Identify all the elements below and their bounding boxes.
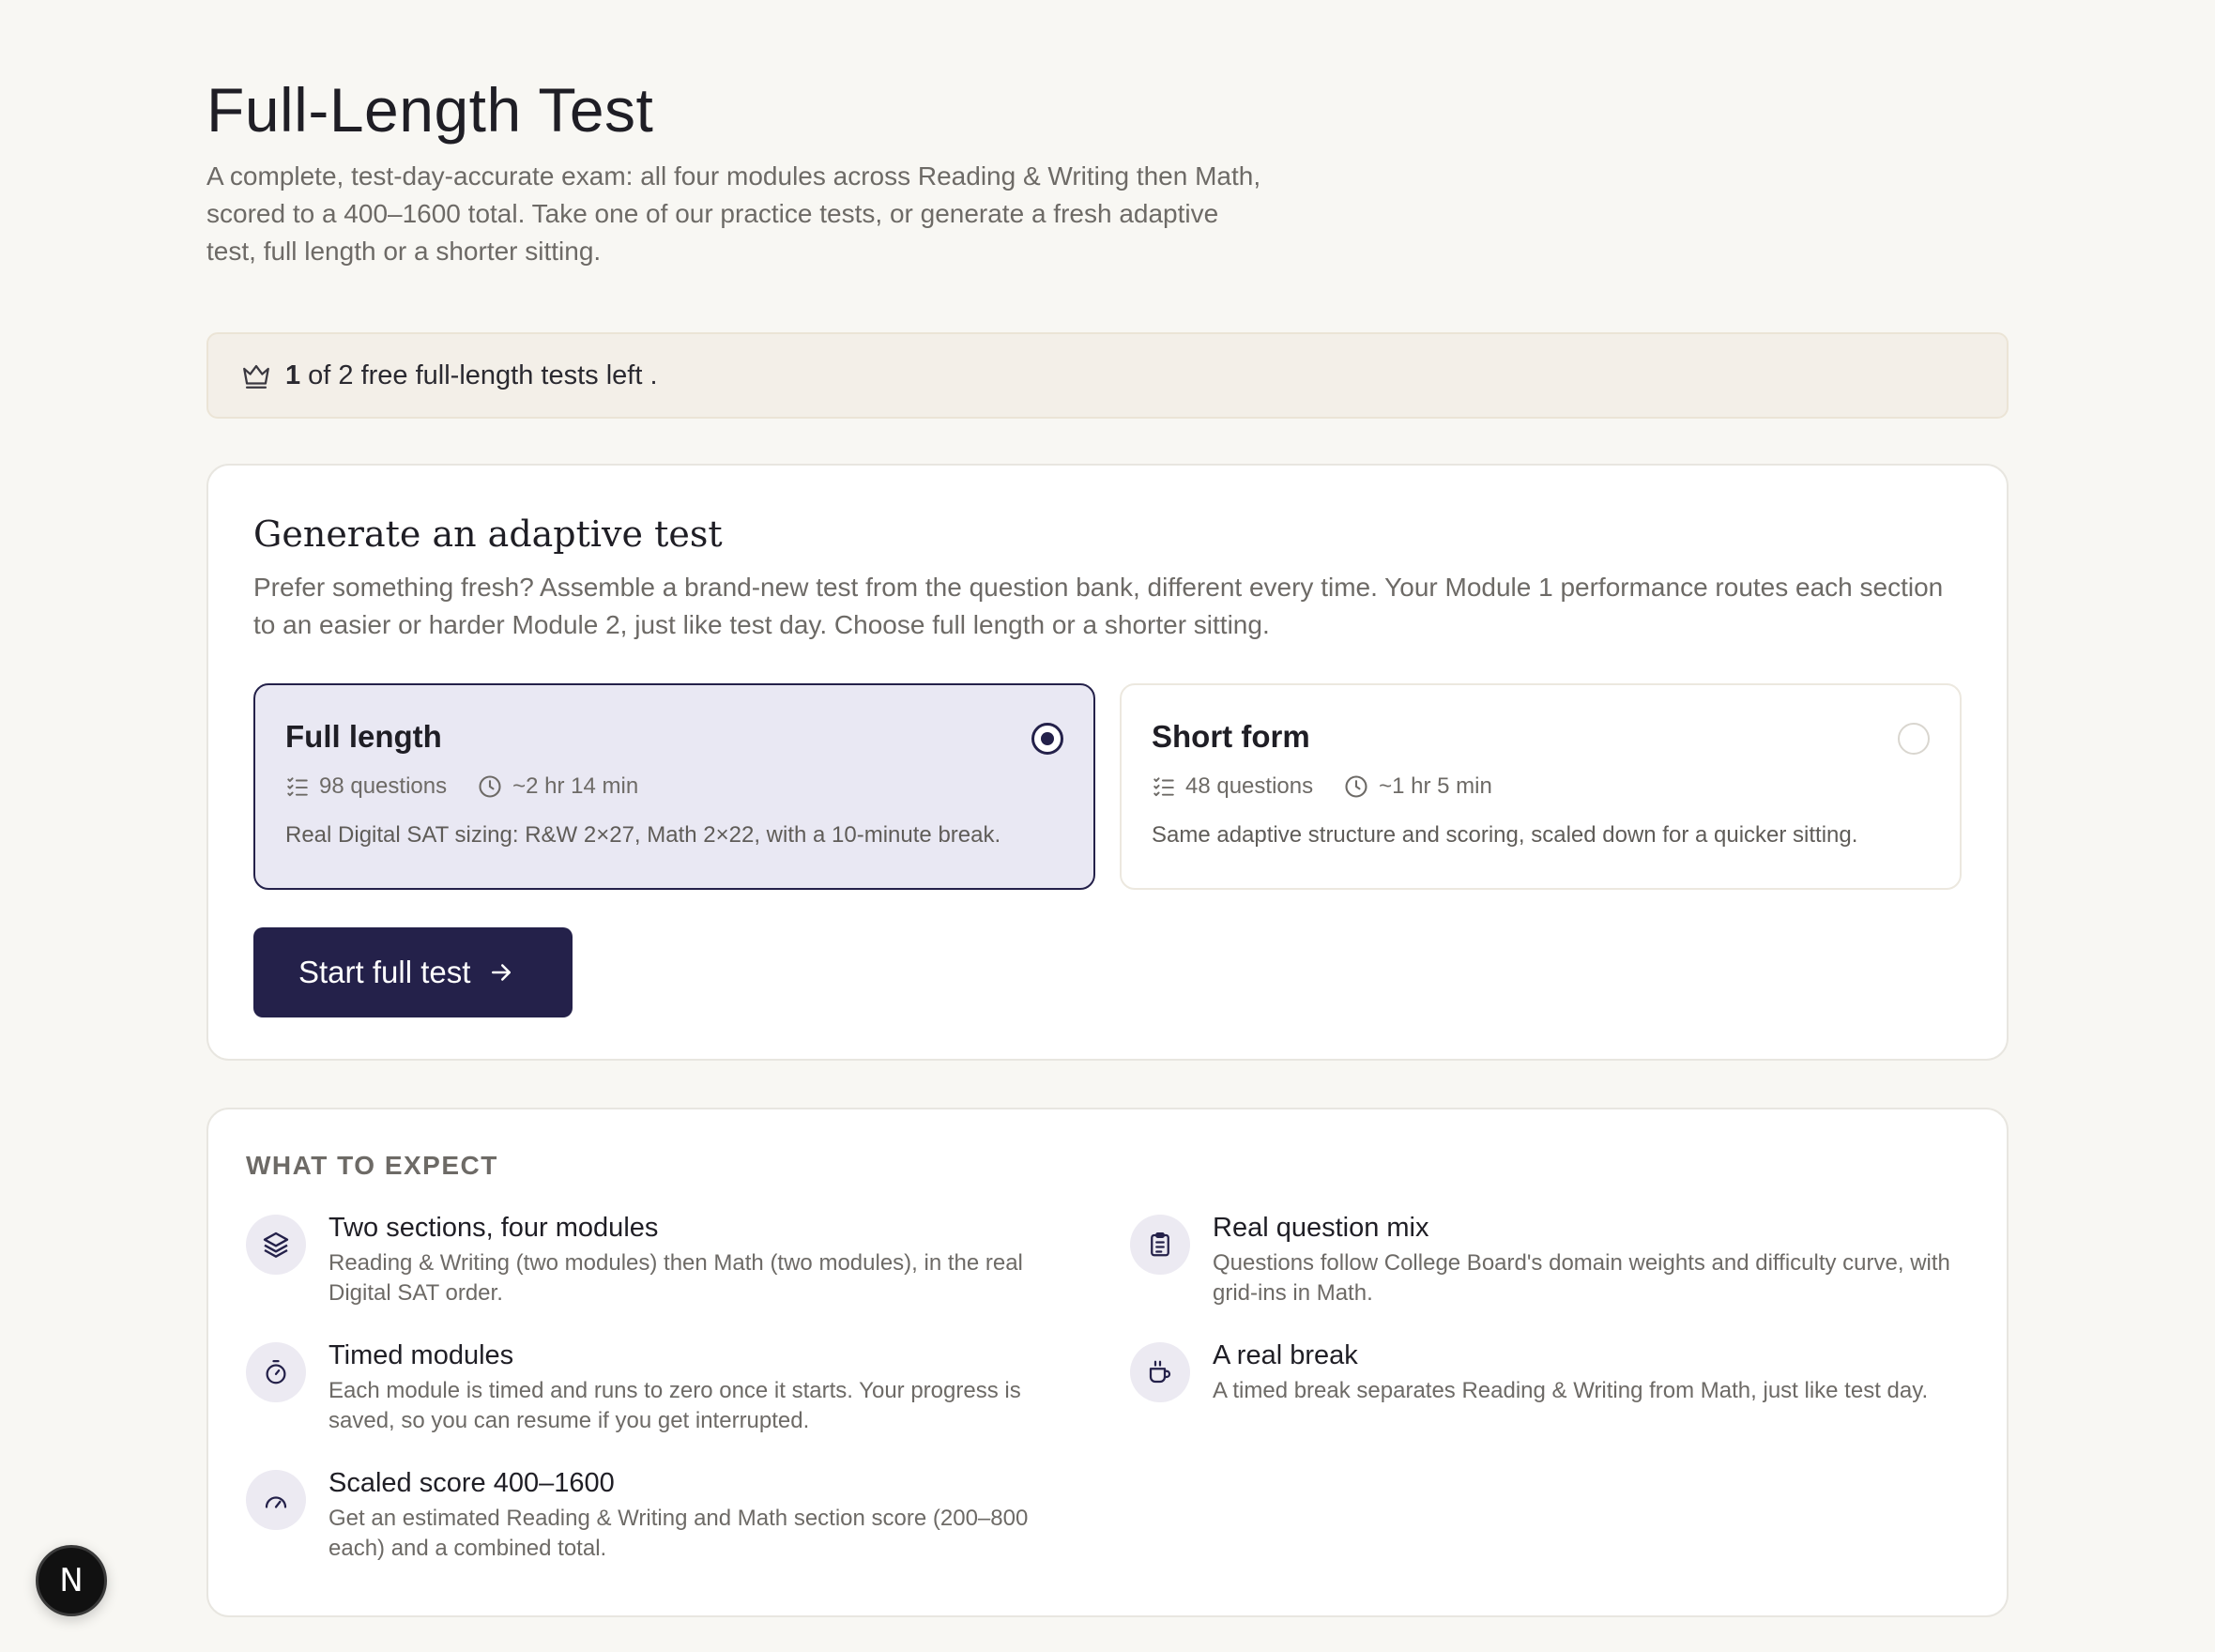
- clock-icon: [1345, 775, 1367, 798]
- expect-item-title: Timed modules: [328, 1340, 514, 1370]
- page: Full-Length Test A complete, test-day-ac…: [206, 73, 2009, 1617]
- expect-item-timed-modules: Timed modules Each module is timed and r…: [246, 1340, 1130, 1436]
- option-questions: 98 questions: [319, 773, 448, 799]
- checklist-icon: [1153, 777, 1174, 797]
- expect-item-title: Scaled score 400–1600: [328, 1468, 615, 1498]
- expect-item-title: A real break: [1213, 1340, 1358, 1370]
- option-title: Short form: [1152, 719, 1310, 754]
- option-full-length[interactable]: Full length 98 questions ~2 hr 14 min Re…: [253, 683, 1095, 890]
- crown-icon: [240, 359, 272, 391]
- expect-item-description: A timed break separates Reading & Writin…: [1213, 1378, 1929, 1403]
- option-title: Full length: [285, 719, 442, 754]
- page-description: A complete, test-day-accurate exam: all …: [206, 161, 1261, 266]
- clipboard-icon: [1130, 1215, 1190, 1275]
- start-button-label: Start full test: [298, 955, 471, 989]
- generate-description: Prefer something fresh? Assemble a brand…: [253, 573, 1944, 639]
- checklist-icon: [287, 777, 308, 797]
- what-to-expect-heading: WHAT TO EXPECT: [246, 1151, 498, 1180]
- layers-icon: [246, 1215, 306, 1275]
- option-description: Same adaptive structure and scoring, sca…: [1152, 822, 1858, 848]
- option-duration: ~2 hr 14 min: [512, 773, 639, 799]
- expect-item-description: Each module is timed and runs to zero on…: [328, 1378, 1021, 1433]
- radio-unselected-icon[interactable]: [1898, 723, 1930, 755]
- option-questions: 48 questions: [1185, 773, 1314, 799]
- option-duration: ~1 hr 5 min: [1379, 773, 1492, 799]
- option-meta: 48 questions ~1 hr 5 min: [1152, 770, 1930, 803]
- option-description: Real Digital SAT sizing: R&W 2×27, Math …: [285, 822, 1001, 848]
- free-tests-text: of 2 free full-length tests left .: [308, 359, 658, 390]
- generate-title: Generate an adaptive test: [253, 513, 723, 555]
- option-short-form[interactable]: Short form 48 questions ~1 hr 5 min Same…: [1120, 683, 1962, 890]
- what-to-expect-card: WHAT TO EXPECT Two sections, four module…: [206, 1108, 2009, 1617]
- stopwatch-icon: [246, 1342, 306, 1402]
- page-title: Full-Length Test: [206, 75, 654, 145]
- expect-item-description: Get an estimated Reading & Writing and M…: [328, 1506, 1029, 1561]
- free-tests-count: 1: [285, 359, 301, 390]
- generate-test-card: Generate an adaptive test Prefer somethi…: [206, 464, 2009, 1061]
- expect-item-question-mix: Real question mix Questions follow Colle…: [1130, 1213, 1975, 1308]
- gauge-icon: [246, 1470, 306, 1530]
- clock-icon: [479, 775, 501, 798]
- test-length-options: Full length 98 questions ~2 hr 14 min Re…: [253, 683, 1962, 890]
- expect-item-description: Reading & Writing (two modules) then Mat…: [328, 1250, 1023, 1306]
- expect-item-description: Questions follow College Board's domain …: [1213, 1250, 1950, 1306]
- arrow-right-icon: [487, 958, 515, 987]
- expect-item-break: A real break A timed break separates Rea…: [1130, 1340, 1975, 1436]
- option-meta: 98 questions ~2 hr 14 min: [285, 770, 1063, 803]
- radio-selected-icon[interactable]: [1031, 723, 1063, 755]
- expect-item-title: Two sections, four modules: [328, 1213, 659, 1243]
- expect-item-sections: Two sections, four modules Reading & Wri…: [246, 1213, 1130, 1308]
- assistant-launcher-label: N: [59, 1562, 84, 1599]
- expect-item-scaled-score: Scaled score 400–1600 Get an estimated R…: [246, 1468, 1130, 1564]
- coffee-cup-icon: [1130, 1342, 1190, 1402]
- expect-list: Two sections, four modules Reading & Wri…: [246, 1213, 1969, 1564]
- free-tests-banner: 1 of 2 free full-length tests left .: [206, 332, 2009, 419]
- assistant-launcher-button[interactable]: N: [36, 1545, 107, 1616]
- start-full-test-button[interactable]: Start full test: [253, 927, 573, 1017]
- expect-item-title: Real question mix: [1213, 1213, 1429, 1243]
